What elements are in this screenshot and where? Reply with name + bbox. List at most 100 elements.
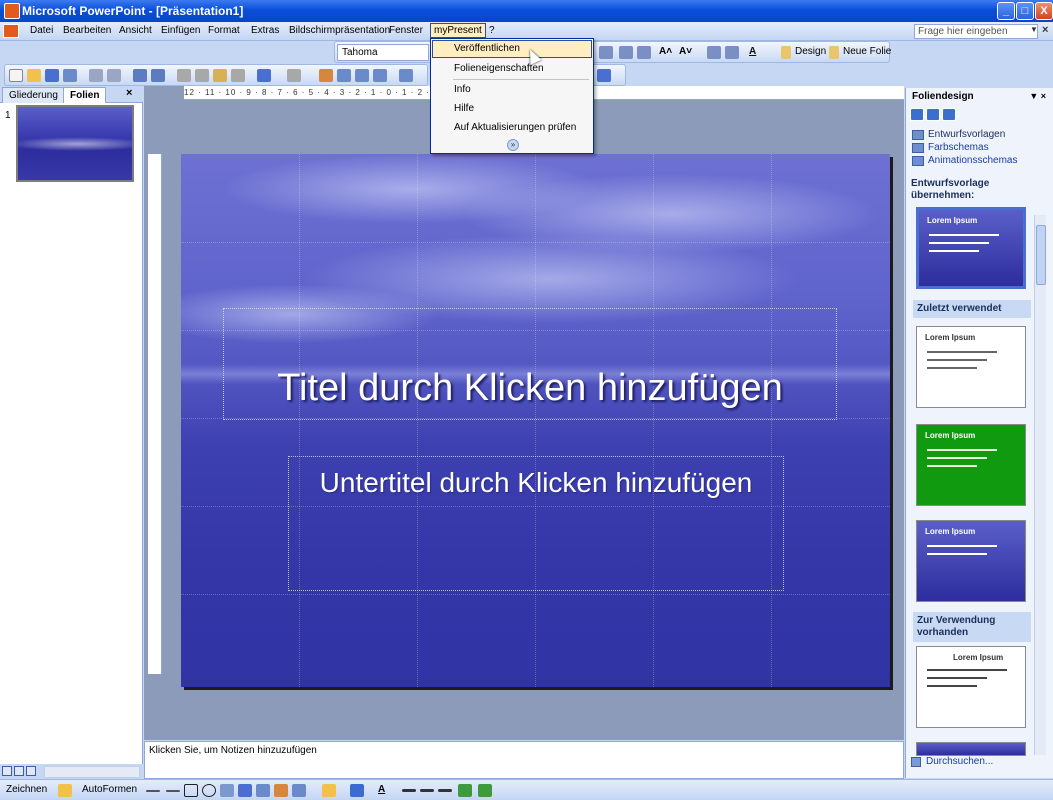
link-animationsschemas[interactable]: Animationsschemas — [928, 155, 1017, 166]
tab-gliederung[interactable]: Gliederung — [2, 87, 65, 103]
slide-sorter-icon[interactable] — [14, 766, 24, 776]
menu-mypresent[interactable]: myPresent — [430, 23, 486, 38]
browse-link[interactable]: Durchsuchen... — [926, 756, 993, 767]
help-dropdown-icon[interactable]: ▼ — [1030, 25, 1038, 34]
rectangle-tool-icon[interactable] — [184, 784, 198, 797]
cut-icon[interactable] — [177, 69, 191, 82]
numbered-list-icon[interactable] — [619, 46, 633, 59]
print-preview-icon[interactable] — [107, 69, 121, 82]
fill-color-icon[interactable] — [322, 784, 336, 797]
link-entwurfsvorlagen[interactable]: Entwurfsvorlagen — [928, 129, 1005, 140]
template-thumb-partial[interactable] — [916, 742, 1026, 756]
3d-icon[interactable] — [478, 784, 492, 797]
wordart-icon[interactable] — [238, 784, 252, 797]
permission-icon[interactable] — [63, 69, 77, 82]
print-icon[interactable] — [89, 69, 103, 82]
insert-hyperlink-icon[interactable] — [373, 69, 387, 82]
design-button[interactable]: Design — [795, 46, 826, 57]
insert-table-icon[interactable] — [337, 69, 351, 82]
scrollbar-thumb[interactable] — [1036, 225, 1046, 285]
menu-fenster[interactable]: Fenster — [389, 25, 423, 36]
text-color-icon[interactable]: A — [378, 784, 385, 795]
powerpoint-app-icon[interactable] — [4, 3, 20, 19]
dash-style-icon[interactable] — [420, 789, 434, 792]
template-thumb-recent-green[interactable]: Lorem Ipsum — [916, 424, 1026, 506]
template-thumb-available-white[interactable]: Lorem Ipsum — [916, 646, 1026, 728]
template-thumb-current[interactable]: Lorem Ipsum — [916, 207, 1026, 289]
undo-icon[interactable] — [257, 69, 271, 82]
design-icon[interactable] — [781, 46, 791, 59]
diagram-icon[interactable] — [256, 784, 270, 797]
minimize-button[interactable]: _ — [997, 2, 1015, 20]
document-menu-icon[interactable] — [3, 24, 19, 38]
copy-icon[interactable] — [195, 69, 209, 82]
spelling-icon[interactable] — [133, 69, 147, 82]
tables-borders-icon[interactable] — [355, 69, 369, 82]
menu-item-updates[interactable]: Auf Aktualisierungen prüfen — [432, 119, 592, 137]
shadow-icon[interactable] — [458, 784, 472, 797]
task-pane-scrollbar[interactable] — [1034, 215, 1046, 755]
menu-ansicht[interactable]: Ansicht — [119, 25, 152, 36]
maximize-button[interactable]: □ — [1016, 2, 1034, 20]
home-icon[interactable] — [942, 108, 956, 121]
format-painter-icon[interactable] — [231, 69, 245, 82]
save-icon[interactable] — [45, 69, 59, 82]
template-thumb-recent-white[interactable]: Lorem Ipsum — [916, 326, 1026, 408]
menu-einfuegen[interactable]: Einfügen — [161, 25, 200, 36]
slide-canvas[interactable]: Titel durch Klicken hinzufügen Untertite… — [181, 154, 890, 687]
redo-icon[interactable] — [287, 69, 301, 82]
menu-item-info[interactable]: Info — [432, 81, 592, 99]
slideshow-icon[interactable] — [26, 766, 36, 776]
task-pane-controls-icon[interactable]: ▼ × — [1029, 91, 1046, 101]
grid-icon[interactable] — [597, 69, 611, 82]
title-placeholder[interactable]: Titel durch Klicken hinzufügen — [223, 308, 837, 420]
horizontal-scrollbar[interactable] — [44, 766, 140, 778]
arrow-tool-icon[interactable] — [166, 790, 180, 792]
font-color-icon[interactable]: A — [749, 46, 756, 57]
expand-all-icon[interactable] — [399, 69, 413, 82]
draw-menu-button[interactable]: Zeichnen — [6, 784, 47, 795]
tab-folien[interactable]: Folien — [63, 87, 107, 103]
picture-icon[interactable] — [292, 784, 306, 797]
paste-icon[interactable] — [213, 69, 227, 82]
font-name-combo[interactable]: Tahoma — [337, 44, 429, 61]
select-objects-icon[interactable] — [58, 784, 72, 797]
close-pane-icon[interactable]: × — [126, 87, 132, 99]
menu-bearbeiten[interactable]: Bearbeiten — [63, 25, 111, 36]
increase-indent-icon[interactable] — [725, 46, 739, 59]
textbox-icon[interactable] — [220, 784, 234, 797]
slide-thumbnail[interactable] — [15, 104, 135, 183]
research-icon[interactable] — [151, 69, 165, 82]
menu-item-folieneigenschaften[interactable]: Folieneigenschaften — [432, 60, 592, 78]
oval-tool-icon[interactable] — [202, 784, 216, 797]
insert-chart-icon[interactable] — [319, 69, 333, 82]
normal-view-icon[interactable] — [2, 766, 12, 776]
new-document-icon[interactable] — [9, 69, 23, 82]
link-farbschemas[interactable]: Farbschemas — [928, 142, 989, 153]
new-slide-icon[interactable] — [829, 46, 839, 59]
bullet-list-icon[interactable] — [637, 46, 651, 59]
close-document-icon[interactable]: × — [1042, 24, 1048, 36]
line-tool-icon[interactable] — [146, 790, 160, 792]
open-folder-icon[interactable] — [27, 69, 41, 82]
back-icon[interactable] — [910, 108, 924, 121]
menu-help[interactable]: ? — [489, 25, 495, 36]
shrink-font-icon[interactable]: A˅ — [679, 46, 692, 57]
menu-item-veroeffentlichen[interactable]: Veröffentlichen — [432, 40, 592, 58]
menu-format[interactable]: Format — [208, 25, 240, 36]
menu-extras[interactable]: Extras — [251, 25, 279, 36]
help-search-input[interactable]: Frage hier eingeben — [914, 24, 1038, 39]
new-slide-button[interactable]: Neue Folie — [843, 46, 891, 57]
clipart-icon[interactable] — [274, 784, 288, 797]
decrease-indent-icon[interactable] — [707, 46, 721, 59]
menu-datei[interactable]: Datei — [30, 25, 53, 36]
grow-font-icon[interactable]: A˄ — [659, 46, 672, 57]
center-align-icon[interactable] — [599, 46, 613, 59]
notes-pane[interactable]: Klicken Sie, um Notizen hinzuzufügen — [144, 741, 904, 779]
menu-expand-icon[interactable]: » — [507, 139, 519, 151]
close-window-button[interactable]: X — [1035, 2, 1053, 20]
line-color-icon[interactable] — [350, 784, 364, 797]
menu-bildschirmpraesentation[interactable]: Bildschirmpräsentation — [289, 25, 390, 36]
forward-icon[interactable] — [926, 108, 940, 121]
arrow-style-icon[interactable] — [438, 789, 452, 792]
